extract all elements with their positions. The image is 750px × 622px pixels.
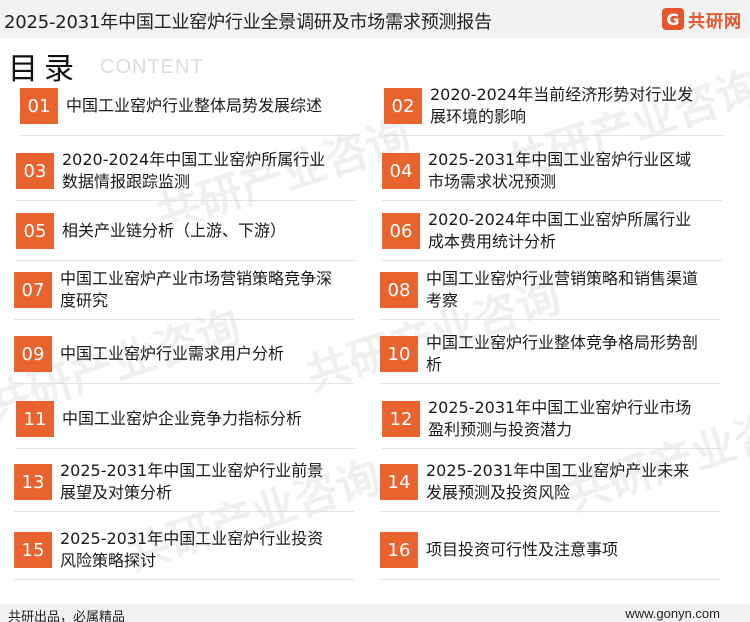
divider bbox=[16, 448, 356, 449]
toc-number: 13 bbox=[14, 464, 52, 500]
divider bbox=[382, 200, 722, 201]
divider bbox=[380, 579, 720, 580]
logo-icon: G bbox=[662, 8, 684, 30]
toc-number: 03 bbox=[16, 153, 54, 189]
divider bbox=[382, 448, 722, 449]
toc-label: 2020-2024年中国工业窑炉所属行业数据情报跟踪监测 bbox=[62, 150, 326, 191]
section-subtitle: CONTENT bbox=[100, 56, 204, 78]
toc-label: 项目投资可行性及注意事项 bbox=[426, 540, 619, 559]
toc-number: 07 bbox=[14, 272, 52, 308]
toc-label: 中国工业窑炉产业市场营销策略竞争深度研究 bbox=[60, 269, 333, 310]
toc-number: 09 bbox=[14, 336, 52, 372]
toc-item[interactable]: 13 2025-2031年中国工业窑炉行业前景展望及对策分析 bbox=[14, 456, 354, 512]
toc-item[interactable]: 12 2025-2031年中国工业窑炉行业市场盈利预测与投资潜力 bbox=[382, 393, 722, 449]
toc-number: 15 bbox=[14, 532, 52, 568]
divider bbox=[14, 579, 354, 580]
divider bbox=[380, 511, 720, 512]
toc-label: 中国工业窑炉行业整体局势发展综述 bbox=[66, 96, 323, 115]
toc-item[interactable]: 05 相关产业链分析（上游、下游） bbox=[16, 205, 356, 261]
toc-item[interactable]: 07 中国工业窑炉产业市场营销策略竞争深度研究 bbox=[14, 264, 354, 320]
divider bbox=[20, 135, 360, 136]
divider bbox=[14, 319, 354, 320]
toc-number: 10 bbox=[380, 336, 418, 372]
toc-number: 12 bbox=[382, 401, 420, 437]
toc-item[interactable]: 01 中国工业窑炉行业整体局势发展综述 bbox=[20, 80, 360, 136]
toc-number: 08 bbox=[380, 272, 418, 308]
toc-label: 2025-2031年中国工业窑炉行业投资风险策略探讨 bbox=[60, 529, 324, 570]
toc-number: 06 bbox=[382, 213, 420, 249]
toc-label: 相关产业链分析（上游、下游） bbox=[62, 221, 287, 240]
toc-label: 2020-2024年中国工业窑炉所属行业成本费用统计分析 bbox=[428, 210, 692, 251]
logo-text: 共研网 bbox=[688, 11, 742, 32]
toc-label: 中国工业窑炉行业整体竞争格局形势剖析 bbox=[426, 333, 699, 374]
toc-number: 11 bbox=[16, 401, 54, 437]
toc-item[interactable]: 04 2025-2031年中国工业窑炉行业区域市场需求状况预测 bbox=[382, 145, 722, 201]
toc-number: 04 bbox=[382, 153, 420, 189]
divider bbox=[14, 383, 354, 384]
divider bbox=[384, 135, 724, 136]
header-bar: 2025-2031年中国工业窑炉行业全景调研及市场需求预测报告 G 共研网 bbox=[0, 0, 750, 38]
toc-label: 2020-2024年当前经济形势对行业发展环境的影响 bbox=[430, 85, 694, 126]
footer-bar: 共研出品，必属精品 www.gonyn.com bbox=[0, 604, 750, 622]
toc-number: 14 bbox=[380, 464, 418, 500]
toc-label: 2025-2031年中国工业窑炉行业前景展望及对策分析 bbox=[60, 461, 324, 502]
toc-label: 2025-2031年中国工业窑炉行业市场盈利预测与投资潜力 bbox=[428, 398, 692, 439]
toc-item[interactable]: 02 2020-2024年当前经济形势对行业发展环境的影响 bbox=[384, 80, 724, 136]
toc-label: 2025-2031年中国工业窑炉行业区域市场需求状况预测 bbox=[428, 150, 692, 191]
divider bbox=[380, 319, 720, 320]
toc-item[interactable]: 15 2025-2031年中国工业窑炉行业投资风险策略探讨 bbox=[14, 524, 354, 580]
toc-label: 中国工业窑炉行业需求用户分析 bbox=[60, 344, 285, 363]
divider bbox=[16, 200, 356, 201]
divider bbox=[380, 383, 720, 384]
brand-logo[interactable]: G 共研网 bbox=[662, 6, 742, 32]
report-title: 2025-2031年中国工业窑炉行业全景调研及市场需求预测报告 bbox=[4, 12, 492, 33]
toc-label: 2025-2031年中国工业窑炉产业未来发展预测及投资风险 bbox=[426, 461, 690, 502]
footer-website[interactable]: www.gonyn.com bbox=[625, 606, 720, 621]
toc-item[interactable]: 10 中国工业窑炉行业整体竞争格局形势剖析 bbox=[380, 328, 720, 384]
divider bbox=[14, 511, 354, 512]
toc-label: 中国工业窑炉行业营销策略和销售渠道考察 bbox=[426, 269, 699, 310]
toc-item[interactable]: 09 中国工业窑炉行业需求用户分析 bbox=[14, 328, 354, 384]
toc-number: 05 bbox=[16, 213, 54, 249]
divider bbox=[382, 260, 722, 261]
toc-number: 01 bbox=[20, 88, 58, 124]
divider bbox=[16, 260, 356, 261]
toc-item[interactable]: 11 中国工业窑炉企业竞争力指标分析 bbox=[16, 393, 356, 449]
toc-number: 02 bbox=[384, 88, 422, 124]
footer-slogan: 共研出品，必属精品 bbox=[8, 610, 126, 622]
toc-label: 中国工业窑炉企业竞争力指标分析 bbox=[62, 409, 303, 428]
toc-item[interactable]: 14 2025-2031年中国工业窑炉产业未来发展预测及投资风险 bbox=[380, 456, 720, 512]
toc-number: 16 bbox=[380, 532, 418, 568]
toc-item[interactable]: 03 2020-2024年中国工业窑炉所属行业数据情报跟踪监测 bbox=[16, 145, 356, 201]
toc-item[interactable]: 06 2020-2024年中国工业窑炉所属行业成本费用统计分析 bbox=[382, 205, 722, 261]
toc-item[interactable]: 08 中国工业窑炉行业营销策略和销售渠道考察 bbox=[380, 264, 720, 320]
toc-item[interactable]: 16 项目投资可行性及注意事项 bbox=[380, 524, 720, 580]
